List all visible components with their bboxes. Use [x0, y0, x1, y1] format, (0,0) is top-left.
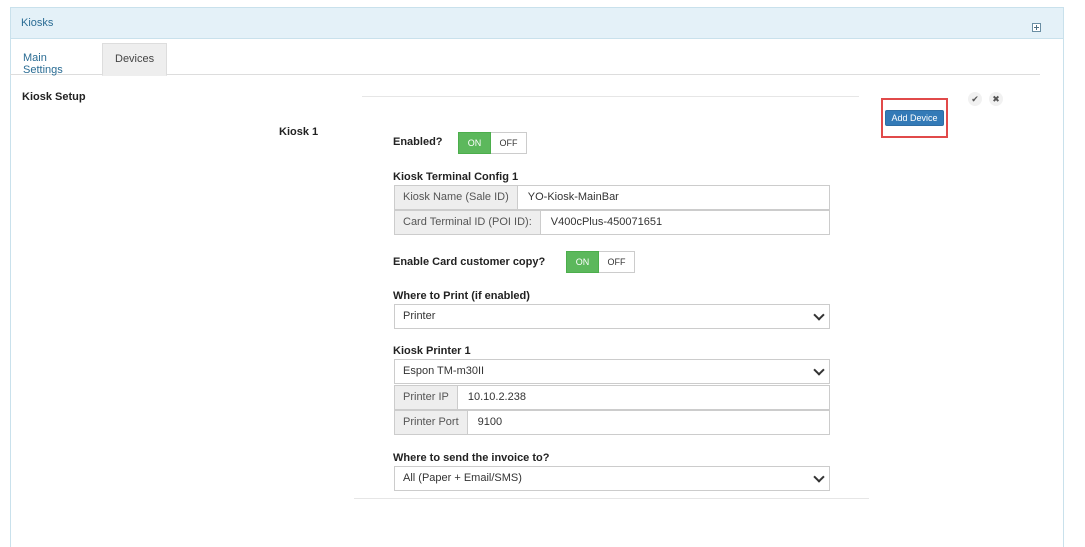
divider	[354, 498, 869, 499]
card-terminal-group: Card Terminal ID (POI ID): V400cPlus-450…	[394, 210, 830, 235]
panel-title: Kiosks	[21, 17, 54, 29]
printer-port-label: Printer Port	[395, 411, 468, 434]
card-copy-on-button[interactable]: ON	[566, 251, 599, 273]
enabled-label: Enabled?	[393, 136, 443, 148]
chevron-down-icon	[813, 364, 825, 376]
divider	[362, 96, 859, 97]
printer-model-select[interactable]: Espon TM-m30II	[394, 359, 830, 384]
kiosk-name-group: Kiosk Name (Sale ID) YO-Kiosk-MainBar	[394, 185, 830, 210]
card-copy-toggle[interactable]: ON OFF	[566, 251, 635, 273]
invoice-label: Where to send the invoice to?	[393, 452, 550, 464]
printer-title: Kiosk Printer 1	[393, 345, 471, 357]
invoice-select[interactable]: All (Paper + Email/SMS)	[394, 466, 830, 491]
chevron-down-icon	[813, 471, 825, 483]
kiosk-name-label: Kiosk Name (Sale ID)	[395, 186, 518, 209]
invoice-value: All (Paper + Email/SMS)	[403, 472, 522, 484]
card-terminal-input[interactable]: V400cPlus-450071651	[540, 211, 829, 234]
card-terminal-label: Card Terminal ID (POI ID):	[395, 211, 541, 234]
times-icon[interactable]: ✖	[989, 92, 1003, 106]
kiosk-label: Kiosk 1	[279, 126, 319, 138]
add-device-button[interactable]: Add Device	[885, 110, 944, 126]
printer-model-value: Espon TM-m30II	[403, 365, 485, 377]
terminal-config-title: Kiosk Terminal Config 1	[393, 171, 519, 183]
tab-bar: Main Settings Devices	[10, 43, 1040, 76]
printer-ip-input[interactable]: 10.10.2.238	[457, 386, 829, 409]
kiosk-name-input[interactable]: YO-Kiosk-MainBar	[517, 186, 829, 209]
print-where-label: Where to Print (if enabled)	[393, 290, 530, 302]
card-copy-label: Enable Card customer copy?	[393, 256, 546, 268]
printer-ip-group: Printer IP 10.10.2.238	[394, 385, 830, 410]
enabled-on-button[interactable]: ON	[458, 132, 491, 154]
section-title: Kiosk Setup	[22, 91, 86, 103]
plus-square-icon[interactable]	[1032, 23, 1041, 32]
printer-ip-label: Printer IP	[395, 386, 458, 409]
enabled-toggle[interactable]: ON OFF	[458, 132, 527, 154]
check-icon[interactable]: ✔	[968, 92, 982, 106]
printer-port-input[interactable]: 9100	[467, 411, 829, 434]
print-where-value: Printer	[403, 310, 436, 322]
print-where-select[interactable]: Printer	[394, 304, 830, 329]
card-copy-off-button[interactable]: OFF	[599, 251, 635, 273]
enabled-off-button[interactable]: OFF	[491, 132, 527, 154]
chevron-down-icon	[813, 309, 825, 321]
printer-port-group: Printer Port 9100	[394, 410, 830, 435]
panel-heading: Kiosks	[11, 8, 1063, 39]
tab-devices[interactable]: Devices	[102, 43, 167, 76]
tab-main-settings[interactable]: Main Settings	[11, 43, 99, 76]
